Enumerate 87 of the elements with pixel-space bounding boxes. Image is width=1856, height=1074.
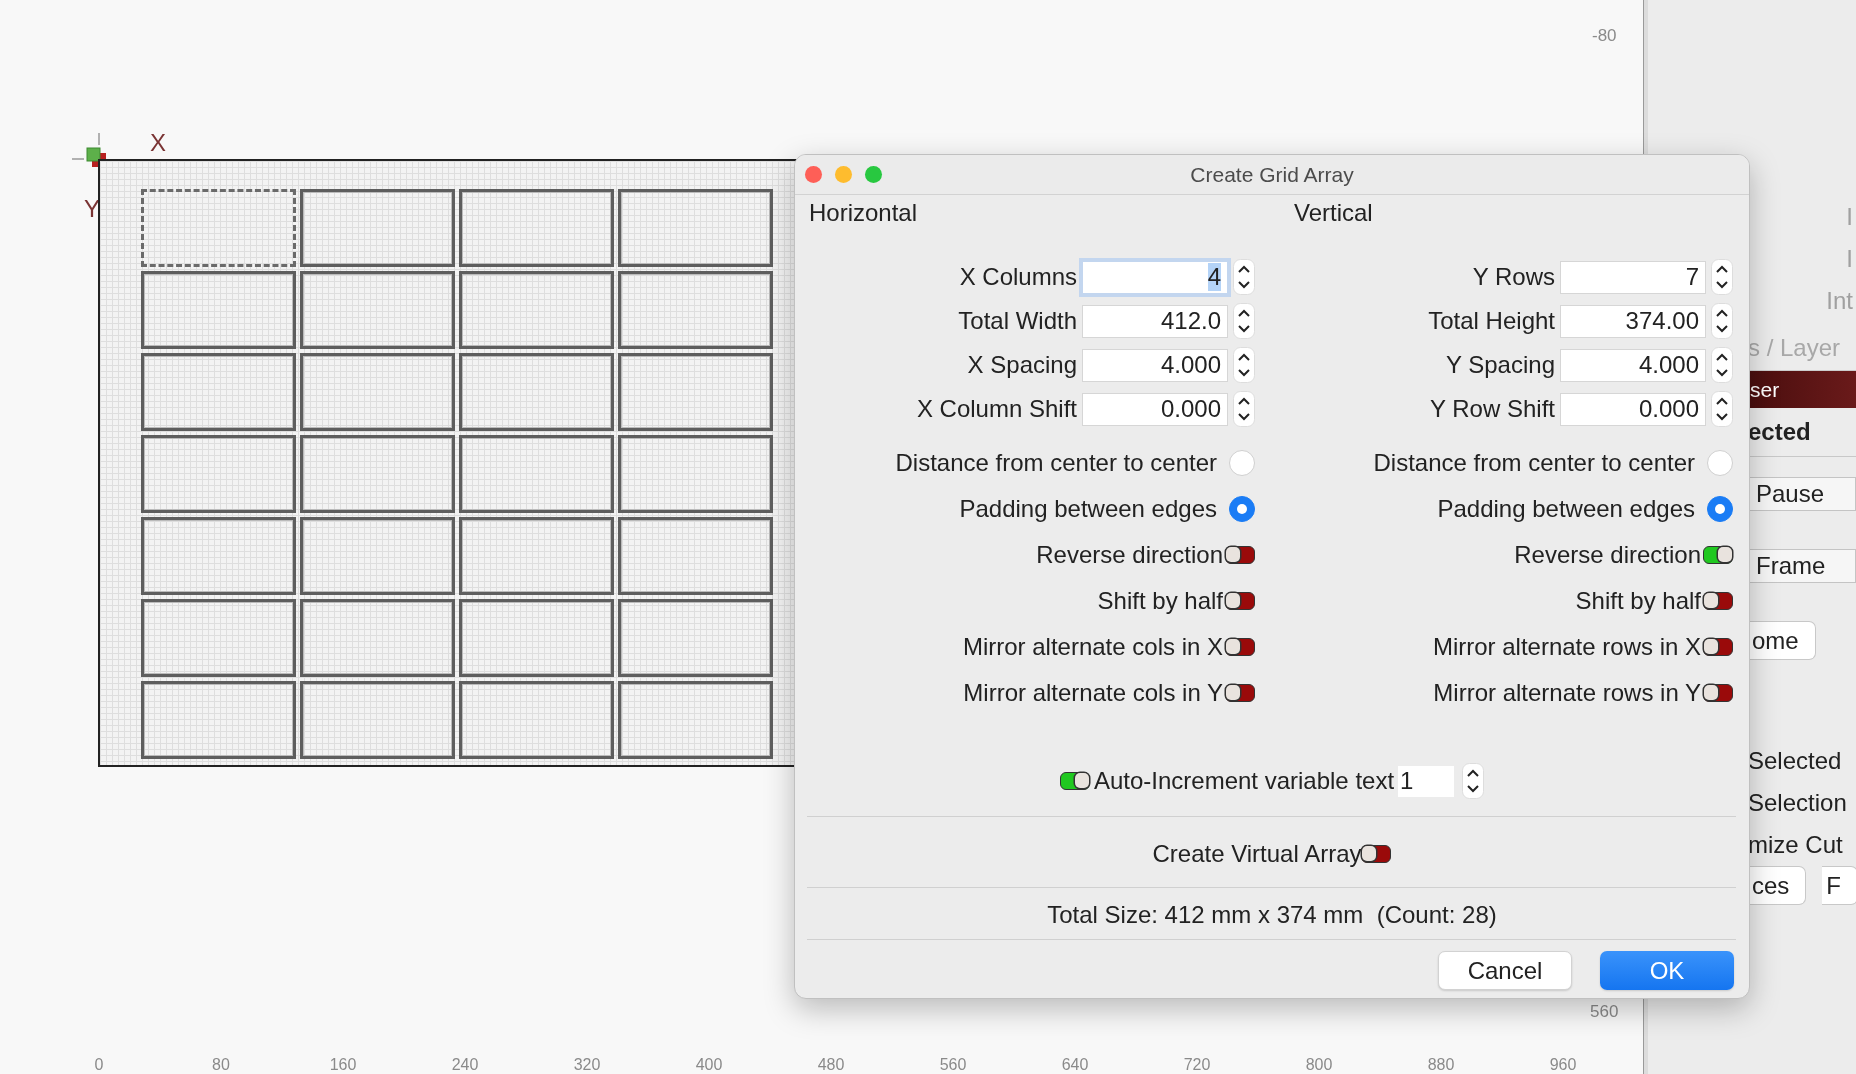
- toggle-label: Reverse direction: [1514, 541, 1701, 569]
- toggle-switch[interactable]: [1703, 684, 1733, 702]
- ruler-label: 240: [450, 1056, 480, 1074]
- toggle-label: Mirror alternate rows in Y: [1433, 679, 1701, 707]
- stepper-control[interactable]: [1711, 391, 1733, 427]
- stepper-control[interactable]: [1233, 259, 1255, 295]
- section-heading: Horizontal: [809, 198, 918, 228]
- radio-label: Distance from center to center: [895, 449, 1217, 477]
- radio-button[interactable]: [1229, 496, 1255, 522]
- toggle-label: Mirror alternate cols in Y: [963, 679, 1223, 707]
- ruler-label: 160: [328, 1056, 358, 1074]
- window-title: Create Grid Array: [1190, 162, 1354, 187]
- ruler-label: 800: [1304, 1056, 1334, 1074]
- toggle-label: Create Virtual Array: [1152, 840, 1362, 868]
- cancel-button[interactable]: Cancel: [1438, 951, 1572, 990]
- ruler-label: 960: [1548, 1056, 1578, 1074]
- radio-label: Padding between edges: [1437, 495, 1695, 523]
- toggle-label: Mirror alternate cols in X: [962, 633, 1223, 661]
- number-field[interactable]: 4.000: [1083, 349, 1227, 381]
- panel-button[interactable]: F: [1822, 866, 1856, 905]
- field-label: Y Row Shift: [1430, 395, 1555, 423]
- field-label: Y Rows: [1472, 263, 1555, 291]
- toggle-switch[interactable]: [1703, 592, 1733, 610]
- toggle-label: Auto-Increment variable text: [1093, 767, 1395, 795]
- stepper-control[interactable]: [1711, 303, 1733, 339]
- field-label: Total Height: [1428, 307, 1555, 335]
- summary-text: Total Size: 412 mm x 374 mm (Count: 28): [1047, 901, 1497, 929]
- toggle-switch[interactable]: [1225, 638, 1255, 656]
- stepper-control[interactable]: [1462, 763, 1485, 799]
- section-heading: Vertical: [1294, 198, 1373, 228]
- panel-button[interactable]: Frame: [1748, 549, 1856, 583]
- number-field[interactable]: 1: [1398, 765, 1455, 797]
- panel-label: Int: [1826, 286, 1853, 316]
- ruler-label: 400: [694, 1056, 724, 1074]
- ruler-label: 560: [1590, 1002, 1619, 1022]
- field-label: X Columns: [959, 263, 1077, 291]
- ruler-label: 880: [1426, 1056, 1456, 1074]
- number-field[interactable]: 7: [1561, 261, 1705, 293]
- field-label: X Spacing: [967, 351, 1077, 379]
- number-field[interactable]: 374.00: [1561, 305, 1705, 337]
- ok-button[interactable]: OK: [1600, 951, 1734, 990]
- panel-button[interactable]: ome: [1748, 621, 1816, 660]
- stepper-control[interactable]: [1233, 391, 1255, 427]
- ruler-label: 80: [211, 1056, 231, 1074]
- toggle-label: Reverse direction: [1036, 541, 1223, 569]
- toggle-label: Mirror alternate rows in X: [1432, 633, 1701, 661]
- panel-option: Selection: [1748, 782, 1856, 824]
- toggle-switch[interactable]: [1703, 546, 1733, 564]
- toggle-switch[interactable]: [1703, 638, 1733, 656]
- ruler-label: 480: [816, 1056, 846, 1074]
- ruler-label: 0: [93, 1056, 105, 1074]
- field-label: X Column Shift: [916, 395, 1077, 423]
- panel-option: Selected: [1748, 740, 1856, 782]
- field-label: Y Spacing: [1446, 351, 1555, 379]
- stepper-control[interactable]: [1711, 259, 1733, 295]
- toggle-switch[interactable]: [1225, 684, 1255, 702]
- ruler-label: 640: [1060, 1056, 1090, 1074]
- radio-button[interactable]: [1707, 496, 1733, 522]
- toggle-switch[interactable]: [1059, 772, 1090, 790]
- stepper-control[interactable]: [1711, 347, 1733, 383]
- panel-label: I: [1846, 202, 1853, 232]
- stepper-control[interactable]: [1233, 347, 1255, 383]
- ruler-label: 560: [938, 1056, 968, 1074]
- ruler-label: 320: [572, 1056, 602, 1074]
- number-field[interactable]: 0.000: [1083, 393, 1227, 425]
- toggle-label: Shift by half: [1097, 587, 1223, 615]
- ruler-label: -80: [1592, 26, 1617, 46]
- radio-label: Padding between edges: [959, 495, 1217, 523]
- panel-button[interactable]: Pause: [1748, 477, 1856, 511]
- number-field[interactable]: 0.000: [1561, 393, 1705, 425]
- number-field[interactable]: 412.0: [1083, 305, 1227, 337]
- field-label: Total Width: [958, 307, 1077, 335]
- toggle-switch[interactable]: [1361, 845, 1392, 863]
- number-field[interactable]: 4.000: [1561, 349, 1705, 381]
- y-axis-label: Y: [84, 195, 100, 223]
- panel-option: mize Cut: [1748, 824, 1856, 866]
- close-button[interactable]: [805, 166, 822, 183]
- radio-label: Distance from center to center: [1373, 449, 1695, 477]
- x-axis-label: X: [150, 129, 166, 157]
- toggle-switch[interactable]: [1225, 592, 1255, 610]
- ruler-label: 720: [1182, 1056, 1212, 1074]
- panel-label: I: [1846, 244, 1853, 274]
- toggle-label: Shift by half: [1575, 587, 1701, 615]
- device-bar[interactable]: ser: [1748, 371, 1856, 408]
- stepper-control[interactable]: [1233, 303, 1255, 339]
- toggle-switch[interactable]: [1225, 546, 1255, 564]
- panel-button[interactable]: ces: [1748, 866, 1807, 905]
